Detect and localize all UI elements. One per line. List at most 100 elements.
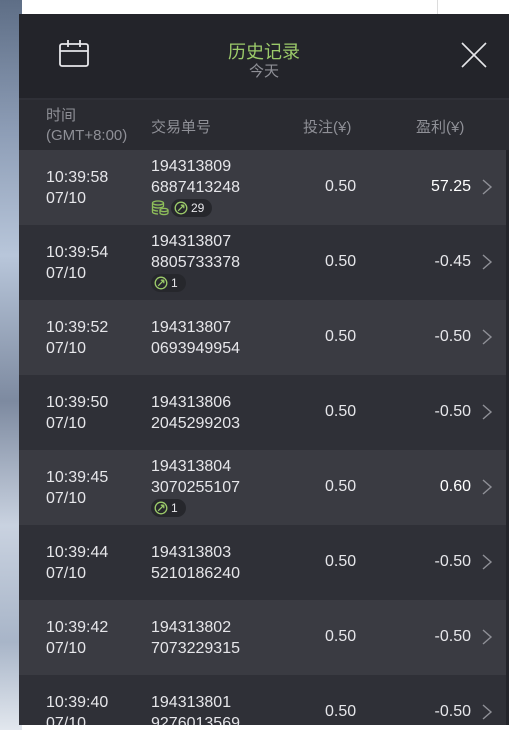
row-bet: 0.50 (325, 703, 357, 720)
row-time-value: 10:39:44 (46, 544, 109, 561)
chevron-right-icon (482, 479, 493, 495)
row-time: 10:39:40 07/10 (46, 692, 108, 725)
history-list: 10:39:58 07/10 194313809 6887413248 29 0.50 57… (19, 150, 509, 725)
row-time-value: 10:39:40 (46, 694, 109, 711)
column-bet: 投注(¥) (303, 119, 352, 136)
column-profit: 盈利(¥) (416, 119, 465, 136)
chevron-right-icon (482, 554, 493, 570)
row-order-part1: 194313801 (151, 694, 232, 711)
row-time: 10:39:50 07/10 (46, 392, 108, 434)
history-row[interactable]: 10:39:52 07/10 194313807 0693949954 0.50 -0.5… (19, 300, 509, 375)
row-bet: 0.50 (325, 253, 357, 270)
row-time-value: 10:39:58 (46, 169, 109, 186)
row-profit: -0.50 (434, 328, 471, 345)
row-time-value: 10:39:45 (46, 469, 109, 486)
row-profit: -0.45 (434, 253, 471, 270)
row-time: 10:39:45 07/10 (46, 467, 108, 509)
history-panel: 历史记录 今天 时间 (GMT+8:00) 交易单号 投注(¥) 盈利(¥) 1… (19, 14, 509, 725)
row-order-part2: 2045299203 (151, 415, 240, 432)
row-bet: 0.50 (325, 328, 357, 345)
table-header: 时间 (GMT+8:00) 交易单号 投注(¥) 盈利(¥) (19, 100, 509, 150)
row-date-value: 07/10 (46, 340, 87, 357)
history-row[interactable]: 10:39:58 07/10 194313809 6887413248 29 0.50 57… (19, 150, 509, 225)
history-row[interactable]: 10:39:50 07/10 194313806 2045299203 0.50 -0.5… (19, 375, 509, 450)
spin-count-badge: 1 (151, 274, 186, 292)
row-profit: 0.60 (439, 478, 471, 495)
row-profit: -0.50 (434, 403, 471, 420)
row-badges: 29 (151, 199, 213, 217)
row-order: 194313806 2045299203 (151, 392, 240, 434)
chevron-right-icon (482, 629, 493, 645)
row-time-value: 10:39:54 (46, 244, 109, 261)
history-row[interactable]: 10:39:44 07/10 194313803 5210186240 0.50 -0.5… (19, 525, 509, 600)
row-order: 194313807 8805733378 (151, 231, 240, 273)
row-bet: 0.50 (325, 553, 357, 570)
column-timezone-label: (GMT+8:00) (46, 127, 128, 144)
row-order-part1: 194313802 (151, 619, 232, 636)
row-order-part2: 5210186240 (151, 565, 240, 582)
spin-count-badge: 29 (171, 199, 213, 217)
row-date-value: 07/10 (46, 640, 87, 657)
chevron-right-icon (482, 404, 493, 420)
row-profit: -0.50 (434, 553, 471, 570)
history-row[interactable]: 10:39:42 07/10 194313802 7073229315 0.50 -0.5… (19, 600, 509, 675)
row-order-part2: 8805733378 (151, 254, 240, 271)
row-time: 10:39:44 07/10 (46, 542, 108, 584)
row-order-part1: 194313807 (151, 233, 232, 250)
row-order-part1: 194313803 (151, 544, 232, 561)
history-row[interactable]: 10:39:54 07/10 194313807 8805733378 1 0.50 -0.… (19, 225, 509, 300)
row-order-part2: 0693949954 (151, 340, 240, 357)
row-date-value: 07/10 (46, 415, 87, 432)
row-profit: 57.25 (430, 178, 471, 195)
column-time: 时间 (GMT+8:00) (46, 106, 127, 146)
coins-icon (151, 200, 169, 216)
row-order: 194313807 0693949954 (151, 317, 240, 359)
column-time-label: 时间 (46, 107, 77, 124)
history-row[interactable]: 10:39:45 07/10 194313804 3070255107 1 0.50 0.6… (19, 450, 509, 525)
row-badges: 1 (151, 499, 186, 517)
row-time-value: 10:39:50 (46, 394, 109, 411)
history-row[interactable]: 10:39:40 07/10 194313801 9276013569 0.50 -0.5… (19, 675, 509, 725)
chevron-right-icon (482, 179, 493, 195)
spin-icon (174, 201, 188, 215)
spin-count: 1 (171, 276, 178, 290)
row-order-part2: 7073229315 (151, 640, 240, 657)
spin-count-badge: 1 (151, 499, 186, 517)
chevron-right-icon (482, 329, 493, 345)
row-order: 194313802 7073229315 (151, 617, 240, 659)
date-filter-label: 今天 (248, 63, 279, 80)
chevron-right-icon (482, 704, 493, 720)
panel-header: 历史记录 今天 (19, 14, 509, 100)
row-badges: 1 (151, 274, 186, 292)
row-order-part1: 194313806 (151, 394, 232, 411)
row-profit: -0.50 (434, 628, 471, 645)
row-order-part1: 194313809 (151, 158, 232, 175)
row-order: 194313804 3070255107 (151, 456, 240, 498)
column-order: 交易单号 (151, 119, 212, 136)
row-order-part2: 9276013569 (151, 715, 240, 725)
row-order-part1: 194313807 (151, 319, 232, 336)
row-bet: 0.50 (325, 403, 357, 420)
close-icon[interactable] (459, 40, 489, 70)
row-order-part1: 194313804 (151, 458, 232, 475)
row-time: 10:39:58 07/10 (46, 167, 108, 209)
row-bet: 0.50 (325, 478, 357, 495)
top-bar (0, 0, 511, 14)
spin-count: 1 (171, 501, 178, 515)
row-time: 10:39:52 07/10 (46, 317, 108, 359)
scrollbar[interactable] (506, 150, 509, 725)
row-order: 194313801 9276013569 (151, 692, 240, 725)
row-date-value: 07/10 (46, 715, 87, 725)
row-time: 10:39:42 07/10 (46, 617, 108, 659)
row-profit: -0.50 (434, 703, 471, 720)
row-bet: 0.50 (325, 178, 357, 195)
row-time: 10:39:54 07/10 (46, 242, 108, 284)
row-date-value: 07/10 (46, 490, 87, 507)
row-date-value: 07/10 (46, 265, 87, 282)
chevron-right-icon (482, 254, 493, 270)
row-time-value: 10:39:52 (46, 319, 109, 336)
row-order: 194313803 5210186240 (151, 542, 240, 584)
row-order-part2: 6887413248 (151, 179, 240, 196)
top-divider (437, 0, 438, 14)
row-order: 194313809 6887413248 (151, 156, 240, 198)
